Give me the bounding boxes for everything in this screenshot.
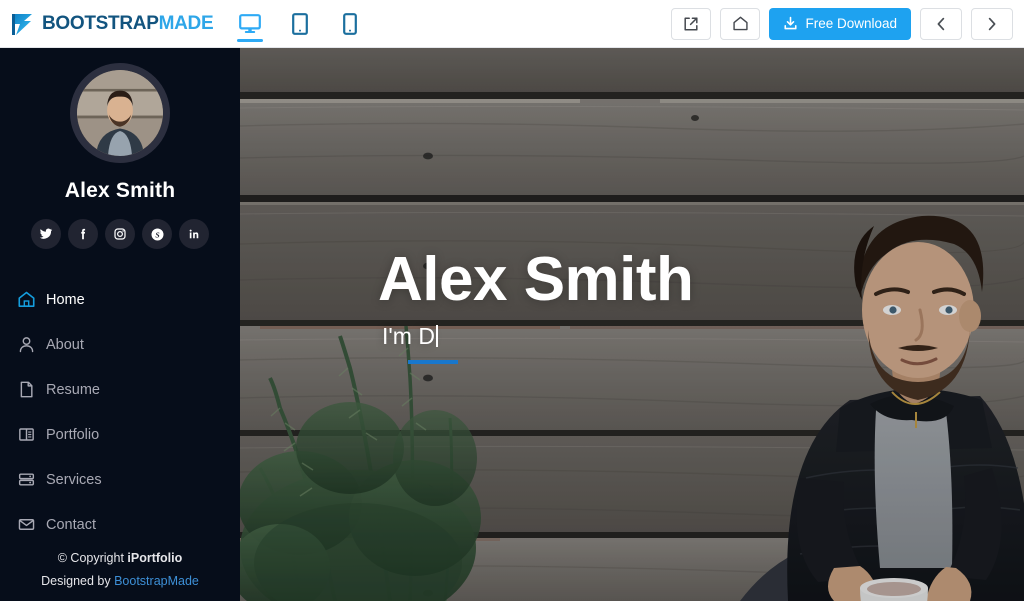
bootstrapmade-link[interactable]: BootstrapMade — [114, 574, 199, 588]
social-link-linkedin[interactable] — [179, 219, 209, 249]
device-toggle-tablet[interactable] — [285, 0, 315, 48]
server-stack-icon — [16, 470, 36, 489]
copyright-line: © Copyright iPortfolio — [0, 547, 240, 570]
sidebar-item-portfolio[interactable]: Portfolio — [16, 412, 240, 457]
sidebar-item-resume[interactable]: Resume — [16, 367, 240, 412]
bootstrapmade-flag-logo-icon — [12, 13, 32, 35]
sidebar-item-label: Resume — [46, 381, 100, 398]
hero-section: Alex Smith I'm D — [240, 48, 1024, 601]
copyright-name: iPortfolio — [127, 550, 183, 565]
sidebar-footer: © Copyright iPortfolio Designed by Boots… — [0, 547, 240, 593]
brand-wordmark: BOOTSTRAPMADE — [42, 12, 214, 35]
hero-overlay — [240, 48, 1024, 601]
sidebar-item-label: Home — [46, 291, 85, 308]
download-icon — [784, 16, 797, 30]
facebook-icon — [81, 228, 86, 240]
sidebar-item-home[interactable]: Home — [16, 277, 240, 322]
open-external-button[interactable] — [671, 7, 712, 40]
sidebar-item-about[interactable]: About — [16, 322, 240, 367]
social-link-facebook[interactable] — [68, 219, 98, 249]
sidebar-item-label: About — [46, 336, 84, 353]
envelope-icon — [16, 515, 36, 534]
free-download-button[interactable]: Free Download — [769, 7, 911, 40]
home-button[interactable] — [720, 7, 761, 40]
svg-text:S: S — [155, 230, 159, 239]
social-links: S — [0, 219, 240, 249]
home-icon — [16, 290, 36, 309]
skype-icon: S — [151, 228, 163, 240]
bootstrapmade-logo[interactable]: BOOTSTRAPMADE — [0, 10, 214, 38]
person-icon — [16, 335, 36, 354]
template-preview-viewport: Alex Smith S Home About Resume Portfolio… — [0, 48, 1024, 601]
sidebar-nav: Home About Resume Portfolio Services Con… — [0, 277, 240, 547]
designed-prefix: Designed by — [41, 573, 111, 588]
device-preview-toggles — [235, 0, 365, 48]
sidebar-item-label: Portfolio — [46, 426, 100, 443]
device-toggle-mobile[interactable] — [335, 0, 365, 48]
desktop-monitor-icon — [239, 13, 262, 33]
copyright-prefix: © Copyright — [57, 550, 124, 565]
sidebar-item-services[interactable]: Services — [16, 457, 240, 502]
free-download-label: Free Download — [805, 16, 897, 31]
sidebar-item-label: Services — [46, 471, 102, 488]
home-icon — [733, 16, 748, 31]
twitter-icon — [39, 228, 53, 239]
tablet-icon — [292, 12, 309, 35]
file-document-icon — [16, 380, 36, 399]
sidebar-item-label: Contact — [46, 516, 96, 533]
credits-line: Designed by BootstrapMade — [0, 570, 240, 593]
device-toggle-desktop[interactable] — [235, 0, 265, 48]
chevron-right-icon — [988, 17, 996, 30]
social-link-twitter[interactable] — [31, 219, 61, 249]
external-link-icon — [684, 16, 699, 31]
avatar-container — [0, 48, 240, 163]
instagram-icon — [114, 228, 126, 240]
social-link-skype[interactable]: S — [142, 219, 172, 249]
social-link-instagram[interactable] — [105, 219, 135, 249]
chevron-left-icon — [937, 17, 945, 30]
brand-text-light: MADE — [158, 12, 214, 34]
mobile-phone-icon — [343, 12, 358, 35]
brand-text-dark: BOOTSTRAP — [42, 12, 159, 34]
toolbar-actions: Free Download — [671, 7, 1024, 40]
site-sidebar: Alex Smith S Home About Resume Portfolio… — [0, 48, 240, 601]
prev-template-button[interactable] — [920, 7, 962, 40]
columns-layout-icon — [16, 425, 36, 444]
avatar-photo-icon — [77, 70, 163, 156]
next-template-button[interactable] — [971, 7, 1013, 40]
avatar — [70, 63, 170, 163]
browser-toolbar: BOOTSTRAPMADE Free Download — [0, 0, 1024, 48]
profile-name: Alex Smith — [64, 179, 176, 202]
sidebar-item-contact[interactable]: Contact — [16, 502, 240, 547]
linkedin-icon — [189, 229, 199, 239]
